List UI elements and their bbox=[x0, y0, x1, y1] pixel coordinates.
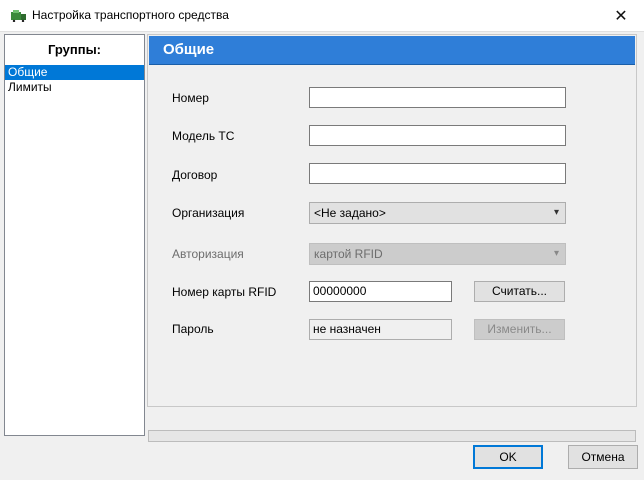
groups-header: Группы: bbox=[47, 42, 101, 57]
model-label: Модель ТС bbox=[172, 129, 235, 143]
password-label: Пароль bbox=[172, 322, 214, 336]
organization-label: Организация bbox=[172, 206, 245, 220]
cancel-button[interactable]: Отмена bbox=[568, 445, 638, 469]
number-label: Номер bbox=[172, 91, 209, 105]
read-rfid-button[interactable]: Считать... bbox=[474, 281, 565, 302]
contract-field[interactable] bbox=[309, 163, 566, 184]
vehicle-app-icon bbox=[11, 10, 26, 22]
change-password-button: Изменить... bbox=[474, 319, 565, 340]
contract-label: Договор bbox=[172, 168, 218, 182]
ok-button[interactable]: OK bbox=[473, 445, 543, 469]
close-button[interactable]: ✕ bbox=[598, 0, 644, 31]
organization-select[interactable]: <Не задано> ▾ bbox=[309, 202, 566, 224]
title-bar: Настройка транспортного средства ✕ bbox=[0, 0, 644, 32]
rfid-label: Номер карты RFID bbox=[172, 285, 277, 299]
authorization-value: картой RFID bbox=[314, 247, 383, 261]
model-field[interactable] bbox=[309, 125, 566, 146]
password-field: не назначен bbox=[309, 319, 452, 340]
status-bar bbox=[148, 430, 636, 442]
close-icon: ✕ bbox=[614, 7, 628, 25]
chevron-down-icon: ▾ bbox=[553, 207, 559, 218]
section-title: Общие bbox=[149, 36, 635, 65]
number-field[interactable] bbox=[309, 87, 566, 108]
groups-list[interactable]: Группы: Общие Лимиты bbox=[4, 34, 145, 436]
rfid-field[interactable]: 00000000 bbox=[309, 281, 452, 302]
settings-panel: Общие Номер Модель ТС Договор Организаци… bbox=[147, 34, 637, 407]
window-title: Настройка транспортного средства bbox=[32, 8, 229, 22]
group-item-general[interactable]: Общие bbox=[5, 65, 144, 80]
organization-value: <Не задано> bbox=[314, 206, 386, 220]
group-item-limits[interactable]: Лимиты bbox=[5, 80, 144, 95]
chevron-down-icon: ▾ bbox=[553, 248, 559, 259]
authorization-label: Авторизация bbox=[172, 247, 244, 261]
authorization-select: картой RFID ▾ bbox=[309, 243, 566, 265]
